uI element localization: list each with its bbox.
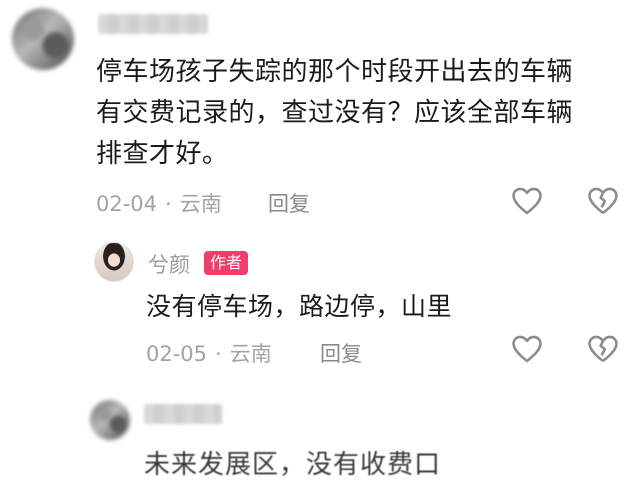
reply-username[interactable]: 兮颜 xyxy=(148,249,190,279)
comment-meta: 02-04 · 云南 xyxy=(96,188,222,218)
broken-heart-icon[interactable] xyxy=(586,184,620,218)
author-badge: 作者 xyxy=(204,251,249,275)
meta-separator: · xyxy=(215,342,222,366)
reply-button[interactable]: 回复 xyxy=(268,188,310,218)
commenter2-avatar[interactable] xyxy=(90,400,130,440)
reply-meta: 02-05 · 云南 xyxy=(146,338,272,368)
heart-outline-icon[interactable] xyxy=(510,332,544,366)
commenter-avatar[interactable] xyxy=(12,8,74,70)
meta-separator: · xyxy=(165,192,172,216)
reply-location: 云南 xyxy=(229,342,272,366)
commenter-username-blurred[interactable] xyxy=(98,14,208,34)
reply-date: 02-05 xyxy=(146,342,208,366)
broken-heart-icon[interactable] xyxy=(586,332,620,366)
author-avatar[interactable] xyxy=(94,242,134,282)
heart-outline-icon[interactable] xyxy=(510,184,544,218)
reply-body: 没有停车场，路边停，山里 xyxy=(146,292,453,321)
comment-location: 云南 xyxy=(179,192,222,216)
reply-reply-button[interactable]: 回复 xyxy=(320,338,362,368)
commenter2-username-blurred[interactable] xyxy=(144,404,222,424)
comment-line: 排查才好。 xyxy=(96,139,229,169)
comment-line: 有交费记录的，查过没有？应该全部车辆 xyxy=(96,98,574,128)
comment-body: 停车场孩子失踪的那个时段开出去的车辆 有交费记录的，查过没有？应该全部车辆 排查… xyxy=(96,52,626,175)
comment2-partial-text: 未来发展区，没有收费口 xyxy=(144,450,442,480)
comment-line: 停车场孩子失踪的那个时段开出去的车辆 xyxy=(96,57,574,87)
comment-date: 02-04 xyxy=(96,192,158,216)
